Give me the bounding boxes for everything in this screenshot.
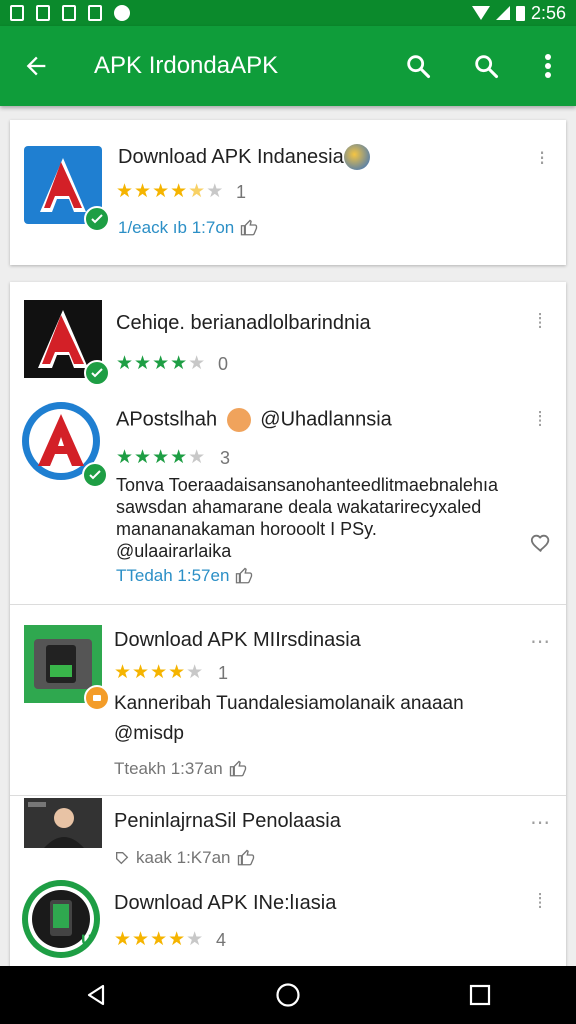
list-item[interactable]: ∪ Download APK INe:lıasia ★★★★★ 4 ⁞ <box>10 878 566 972</box>
app-list-card: Cehiqe. berianadlolbarindnia ★★★★★ 0 ⁞ A… <box>10 282 566 972</box>
app-meta: kaak 1:K7an <box>114 848 255 868</box>
emoji-icon <box>344 144 370 170</box>
rating-count: 1 <box>236 182 247 202</box>
rating-count: 0 <box>218 354 229 374</box>
app-description: Kanneribah Tuandalesiamolanaik anaaan @m… <box>114 689 534 749</box>
verified-check-icon <box>84 360 110 386</box>
back-arrow-icon <box>26 56 46 76</box>
app-badge-icon <box>84 685 110 711</box>
brand-mark-icon: ∪ <box>79 929 94 949</box>
search-icon <box>407 55 431 79</box>
like-icon[interactable] <box>240 219 258 237</box>
more-options-icon[interactable]: ⁝ <box>530 146 554 170</box>
status-time: 2:56 <box>530 2 566 23</box>
app-icon <box>24 798 102 848</box>
system-nav-bar <box>0 966 576 1024</box>
rating-stars: ★★★★★ <box>116 353 207 374</box>
app-icon <box>24 625 110 711</box>
more-options-icon[interactable]: ⁞ <box>528 408 552 432</box>
page-title: APK IrdondaAPK <box>94 52 279 79</box>
rating-stars: ★★★★★ <box>116 447 207 468</box>
app-name: Download APK Indanesia <box>118 146 344 168</box>
app-name-text: APostslhah <box>116 408 218 431</box>
nav-back-icon <box>87 984 105 1006</box>
description-line: manananakaman horooolt I PSy. <box>116 519 377 539</box>
app-icon <box>22 402 108 488</box>
like-icon[interactable] <box>235 567 253 585</box>
meta-text: kaak 1:K7an <box>136 848 231 867</box>
app-icon <box>24 300 110 386</box>
nav-recents-icon <box>469 984 491 1006</box>
app-meta: Tteakh 1:37an <box>114 759 247 779</box>
app-icon <box>24 146 110 232</box>
list-item[interactable]: PeninlajrnaSil Penolaasia kaak 1:K7an ⋯ <box>10 796 566 876</box>
featured-app-card[interactable]: Download APK Indanesia ★★★★★★ 1 1/eack ı… <box>10 120 566 265</box>
more-options-icon[interactable]: ⋯ <box>528 810 552 834</box>
more-options-icon[interactable]: ⋯ <box>528 629 552 653</box>
search-button[interactable] <box>384 26 452 106</box>
notification-icon <box>114 5 130 21</box>
app-handle: @Uhadlannsia <box>260 408 392 431</box>
wifi-icon <box>471 6 490 20</box>
notification-icon <box>10 5 24 21</box>
back-button[interactable] <box>0 26 72 106</box>
rating-count: 3 <box>220 448 231 468</box>
description-line: Tonva Toeraadaisansanohanteedlitmaebnale… <box>116 475 498 495</box>
more-options-icon[interactable]: ⁞ <box>528 890 552 914</box>
notification-icon <box>88 5 102 21</box>
list-item[interactable]: Cehiqe. berianadlolbarindnia ★★★★★ 0 ⁞ <box>10 282 566 386</box>
overflow-menu-button[interactable] <box>520 26 576 106</box>
nav-back-button[interactable] <box>66 966 126 1024</box>
notification-icon <box>36 5 50 21</box>
status-bar: 2:56 <box>0 0 576 26</box>
tag-icon <box>116 852 129 865</box>
list-item[interactable]: Download APK MIIrsdinasia ★★★★★ 1 Kanner… <box>10 605 566 795</box>
app-icon: ∪ <box>22 880 100 958</box>
nav-recents-button[interactable] <box>450 966 510 1024</box>
description-line: sawsdan ahamarane deala wakatarirecyxale… <box>116 497 482 517</box>
more-options-icon[interactable]: ⁞ <box>528 310 552 334</box>
signal-icon <box>495 6 510 20</box>
description-line: @misdp <box>114 723 184 744</box>
verified-check-icon <box>84 206 110 232</box>
app-name: Download APK MIIrsdinasia <box>114 629 361 651</box>
app-name: Cehiqe. berianadlolbarindnia <box>116 312 371 334</box>
nav-home-icon <box>276 983 300 1007</box>
heart-icon[interactable] <box>530 532 552 554</box>
battery-icon <box>515 5 525 21</box>
description-line: Kanneribah Tuandalesiamolanaik anaaan <box>114 693 464 714</box>
app-meta: TTedah 1:57en <box>116 566 253 586</box>
app-name: APostslhah @Uhadlannsia <box>116 408 392 432</box>
app-name: Download APK INe:lıasia <box>114 892 337 914</box>
app-name: PeninlajrnaSil Penolaasia <box>114 810 341 832</box>
rating-count: 4 <box>216 930 227 950</box>
meta-text: TTedah 1:57en <box>116 566 230 585</box>
nav-home-button[interactable] <box>258 966 318 1024</box>
more-vert-icon <box>545 54 551 78</box>
rating-stars: ★★★★★ <box>114 662 205 683</box>
search-button-2[interactable] <box>452 26 520 106</box>
app-meta: 1/eack ıb 1:7on <box>118 218 258 238</box>
meta-text: Tteakh 1:37an <box>114 759 223 778</box>
verified-check-icon <box>82 462 108 488</box>
app-description: Tonva Toeraadaisansanohanteedlitmaebnale… <box>116 474 536 562</box>
meta-text: 1/eack ıb 1:7on <box>118 218 235 237</box>
rating-stars: ★★★★★ <box>114 929 205 950</box>
list-item[interactable]: APostslhah @Uhadlannsia ★★★★★ 3 Tonva To… <box>10 388 566 603</box>
app-bar: APK IrdondaAPK <box>0 26 576 106</box>
like-icon[interactable] <box>237 849 255 867</box>
emoji-icon <box>226 408 251 432</box>
search-icon <box>475 55 499 79</box>
rating-count: 1 <box>218 663 229 683</box>
rating-stars: ★★★★★★ <box>116 181 225 202</box>
description-line: @ulaairarlaika <box>116 541 232 561</box>
notification-icon <box>62 5 76 21</box>
like-icon[interactable] <box>229 760 247 778</box>
